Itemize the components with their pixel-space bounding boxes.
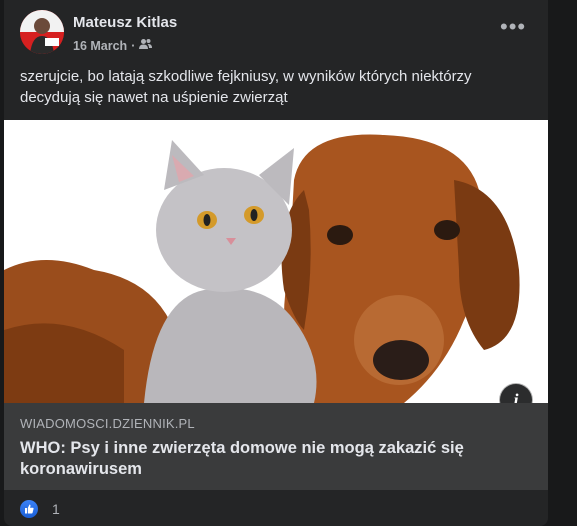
post-date[interactable]: 16 March xyxy=(73,39,127,53)
link-preview-image[interactable] xyxy=(4,120,548,403)
link-headline[interactable]: WHO: Psy i inne zwierzęta domowe nie mog… xyxy=(20,438,500,480)
post-header: Mateusz Kitlas 16 March · ••• xyxy=(20,10,540,54)
author-avatar[interactable] xyxy=(20,10,64,54)
post-text: szerujcie, bo latają szkodliwe fejkniusy… xyxy=(20,68,472,106)
meta-separator: · xyxy=(131,38,136,53)
post-card: Mateusz Kitlas 16 March · ••• szerujcie,… xyxy=(4,0,548,526)
reactions-bar[interactable]: 1 xyxy=(20,500,60,518)
like-count[interactable]: 1 xyxy=(52,501,60,517)
like-icon xyxy=(20,500,38,518)
post-meta: 16 March · xyxy=(73,38,153,53)
friends-icon xyxy=(139,38,153,53)
author-name[interactable]: Mateusz Kitlas xyxy=(73,14,177,31)
link-preview-box[interactable]: WIADOMOSCI.DZIENNIK.PL WHO: Psy i inne z… xyxy=(4,403,548,490)
link-domain: WIADOMOSCI.DZIENNIK.PL xyxy=(20,416,195,431)
more-options-icon[interactable]: ••• xyxy=(500,16,526,38)
